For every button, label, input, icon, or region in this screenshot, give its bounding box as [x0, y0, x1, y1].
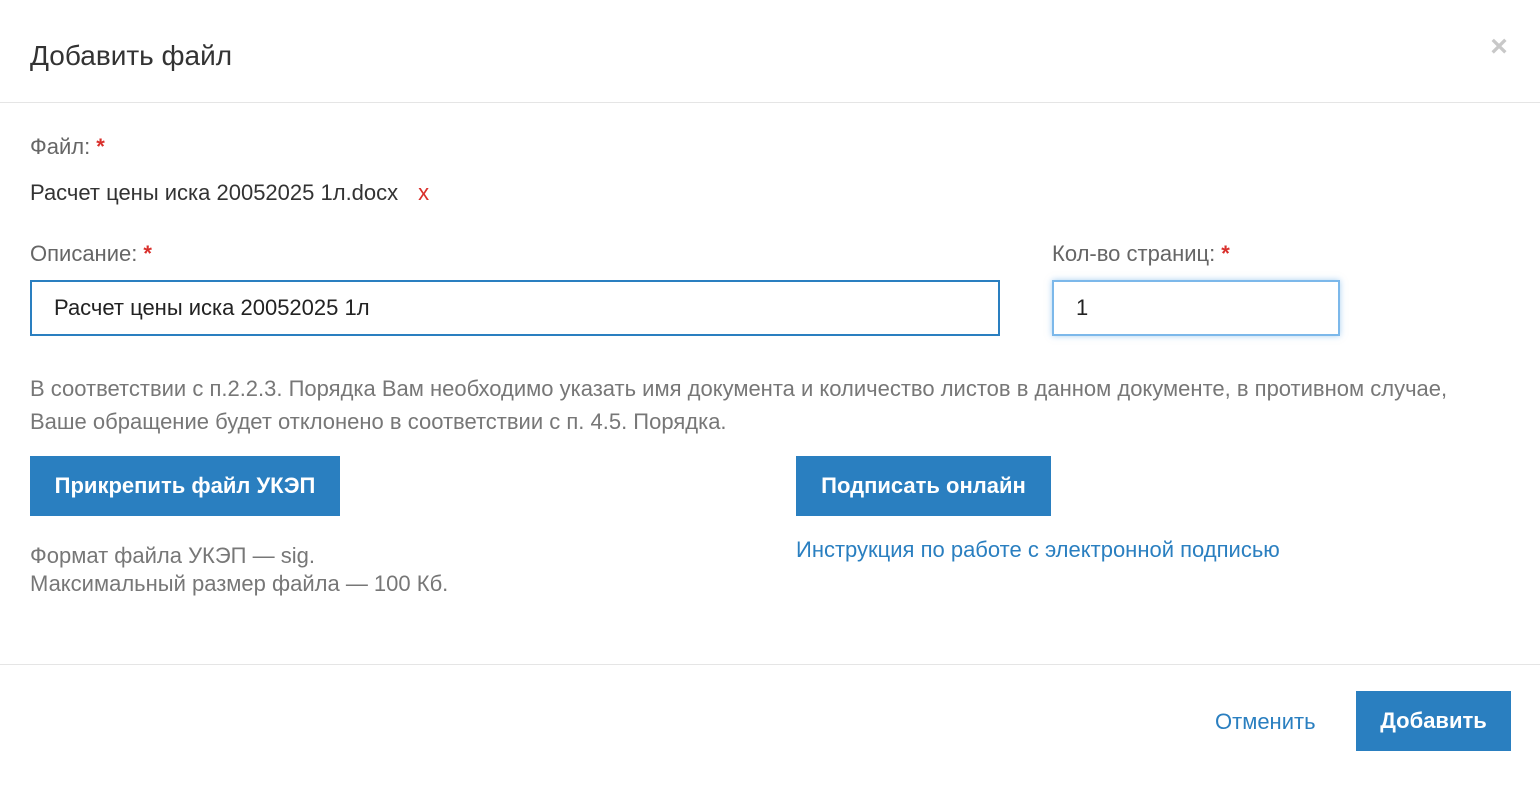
description-hint: В соответствии с п.2.2.3. Порядка Вам не… — [30, 376, 1448, 434]
cancel-button[interactable]: Отменить — [1215, 708, 1316, 736]
close-icon[interactable]: × — [1486, 32, 1512, 62]
description-label: Описание: * — [30, 240, 152, 268]
add-button[interactable]: Добавить — [1356, 691, 1511, 751]
modal-footer — [0, 664, 1540, 811]
description-input[interactable] — [30, 280, 1000, 336]
description-label-text: Описание: — [30, 241, 138, 266]
attached-file: Расчет цены иска 20052025 1л.docx x — [30, 178, 429, 208]
attached-file-name: Расчет цены иска 20052025 1л.docx — [30, 180, 399, 205]
add-file-modal: Добавить файл × Файл: * Расчет цены иска … — [0, 0, 1540, 811]
remove-file-icon[interactable]: x — [418, 178, 429, 208]
pages-label-text: Кол-во страниц: — [1052, 241, 1216, 266]
modal-title: Добавить файл — [30, 40, 233, 71]
signature-format-info: Формат файла УКЭП — sig. Максимальный ра… — [30, 542, 448, 598]
file-label: Файл: * — [30, 133, 105, 161]
pages-label: Кол-во страниц: * — [1052, 240, 1230, 268]
format-info-line: Формат файла УКЭП — sig. — [30, 543, 315, 568]
signature-instruction-link[interactable]: Инструкция по работе с электронной подпи… — [796, 536, 1280, 564]
sign-online-button[interactable]: Подписать онлайн — [796, 456, 1051, 516]
pages-required-mark: * — [1221, 241, 1230, 266]
modal-header: Добавить файл × — [0, 0, 1540, 103]
pages-count-input[interactable] — [1052, 280, 1340, 336]
file-label-text: Файл: — [30, 134, 91, 159]
description-required-mark: * — [143, 241, 152, 266]
size-info-line: Максимальный размер файла — 100 Кб. — [30, 571, 449, 596]
file-required-mark: * — [96, 134, 105, 159]
attach-signature-button[interactable]: Прикрепить файл УКЭП — [30, 456, 340, 516]
